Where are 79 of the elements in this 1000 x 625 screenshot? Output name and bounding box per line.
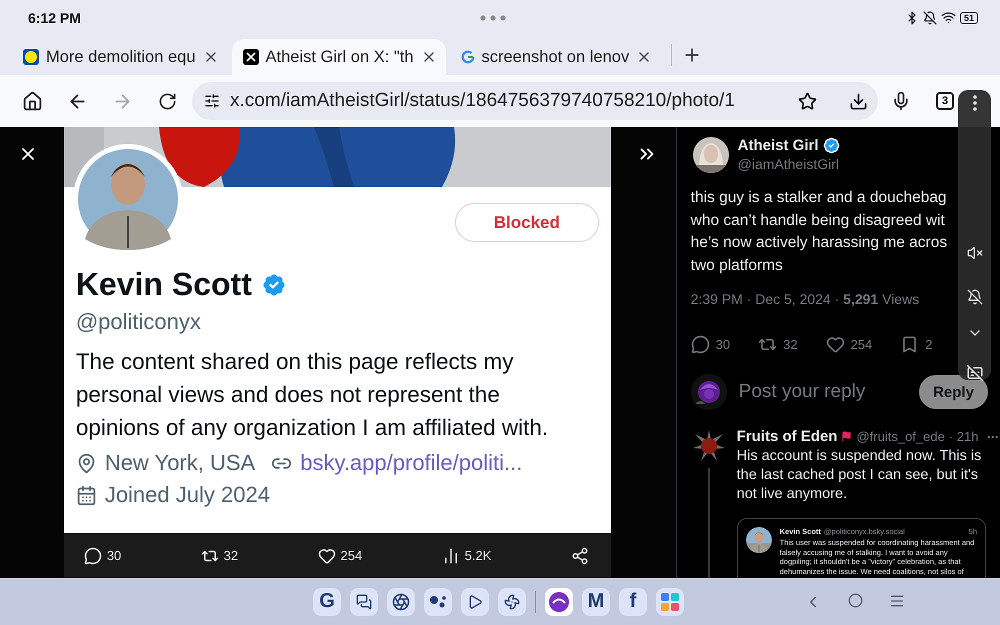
heart-icon <box>826 335 845 354</box>
bell-off-icon <box>966 289 982 305</box>
tweet-text-line: this guy is a stalker and a douchebag <box>690 188 947 208</box>
chat-app-icon[interactable] <box>350 588 378 616</box>
browser-tab[interactable]: More demolition equ <box>12 39 228 75</box>
tab-title: Atheist Girl on X: "th <box>266 48 414 66</box>
tweet-text-line: who can’t handle being disagreed wit <box>690 210 945 230</box>
wifi-icon <box>940 10 956 25</box>
profile-handle: @politiconyx <box>76 309 202 335</box>
author-handle[interactable]: @fruits_of_ede <box>856 429 945 444</box>
more-icon <box>972 95 976 111</box>
home-circle-icon <box>848 592 863 608</box>
profile-bio: The content shared on this page reflects my personal views and does not represent the opinions of any organization I am affiliated with. <box>76 348 550 442</box>
app-icon[interactable]: M <box>582 588 610 616</box>
apps-grid-icon[interactable] <box>656 588 684 616</box>
app-icon[interactable]: f <box>619 588 647 616</box>
location-pin-icon <box>76 452 97 474</box>
verified-badge-icon <box>822 137 840 154</box>
bookmark-action[interactable]: 2 <box>900 335 933 354</box>
captions-off-icon <box>966 364 984 382</box>
calendar-icon <box>76 484 97 506</box>
tweet-text-line: two platforms <box>690 256 783 276</box>
play-store-app-icon[interactable] <box>461 588 489 616</box>
download-icon[interactable] <box>849 92 868 110</box>
site-settings-icon <box>204 93 220 109</box>
address-bar[interactable]: x.com/iamAtheistGirl/status/1864756379740758210/photo/1 <box>192 82 878 120</box>
post-time: · 21h <box>948 429 978 444</box>
profile-location: New York, USA <box>104 450 256 476</box>
app-icon[interactable] <box>545 588 573 616</box>
mute-button[interactable] <box>966 244 982 262</box>
like-action[interactable]: 254 <box>826 335 872 354</box>
x-favicon-icon <box>242 49 258 65</box>
tab-switcher-button[interactable]: 3 <box>936 92 954 110</box>
repost-action[interactable]: 32 <box>758 335 798 354</box>
battery-level: 51 <box>960 12 978 24</box>
tweet-text-line: he’s now actively harassing me acros <box>690 233 948 253</box>
tab-title: More demolition equ <box>46 48 196 66</box>
pinwheel-app-icon[interactable] <box>498 588 526 616</box>
profile-link[interactable]: bsky.app/profile/politi... <box>300 450 522 476</box>
join-date: Joined July 2024 <box>104 482 270 508</box>
clock: 6:12 PM <box>28 10 81 26</box>
like-action[interactable]: 254 <box>318 546 362 564</box>
browser-tab[interactable]: Atheist Girl on X: "th <box>232 39 446 75</box>
blocked-button[interactable]: Blocked <box>454 203 599 242</box>
reload-icon <box>158 92 177 110</box>
url-text: x.com/iamAtheistGirl/status/1864756379740758210/photo/1 <box>230 90 736 112</box>
flag-icon <box>841 430 852 443</box>
bookmark-star-icon[interactable] <box>798 92 817 110</box>
tab-title: screenshot on lenov <box>482 48 630 66</box>
reply-icon <box>690 335 710 354</box>
assistant-app-icon[interactable] <box>424 588 452 616</box>
author-name[interactable]: Atheist Girl <box>738 137 818 154</box>
browser-app-icon[interactable] <box>387 588 415 616</box>
home-nav-button[interactable] <box>848 592 863 610</box>
bell-off-icon <box>922 10 937 24</box>
drag-handle-icon <box>480 14 506 20</box>
reply-text: His account is suspended now. This is the last cached post I can see, but it's not live anymore. <box>736 447 982 504</box>
home-icon <box>22 90 43 112</box>
author-name[interactable]: Fruits of Eden <box>736 428 838 445</box>
author-handle[interactable]: @iamAtheistGirl <box>738 156 840 172</box>
share-icon <box>570 546 589 564</box>
reply-action[interactable]: 30 <box>84 546 122 564</box>
reply-icon <box>84 546 102 564</box>
repost-action[interactable]: 32 <box>200 546 238 564</box>
reply-action[interactable]: 30 <box>690 335 730 354</box>
views-action[interactable]: 5.2K <box>442 546 492 564</box>
lines-icon <box>889 592 905 608</box>
app-icon[interactable]: G <box>313 588 341 616</box>
share-action[interactable] <box>570 546 589 564</box>
captions-off-button[interactable] <box>966 364 984 382</box>
tweet-timestamp: 2:39 PM · Dec 5, 2024 · 5,291 Views <box>690 291 920 307</box>
more-button[interactable] <box>972 94 976 112</box>
browser-tab[interactable]: screenshot on lenov <box>450 39 662 75</box>
profile-name: Kevin Scott <box>76 266 252 303</box>
store-favicon-icon <box>23 49 39 65</box>
notifications-off-button[interactable] <box>966 288 982 306</box>
heart-icon <box>318 546 336 564</box>
google-favicon-icon <box>460 50 475 64</box>
muted-speaker-icon <box>966 245 982 261</box>
